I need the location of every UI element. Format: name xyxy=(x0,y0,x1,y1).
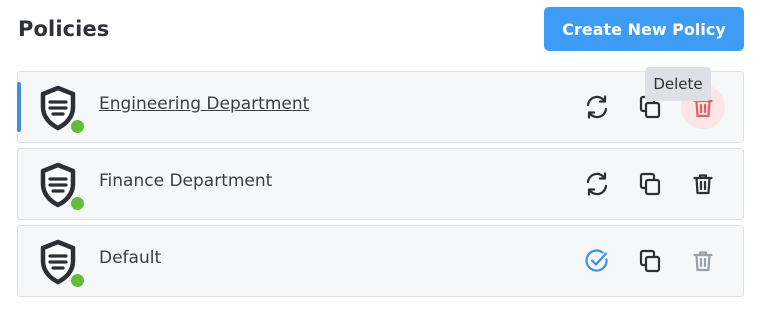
policy-name-link[interactable]: Engineering Department xyxy=(99,94,309,114)
policy-row-default[interactable]: Default xyxy=(17,225,744,297)
status-online-dot xyxy=(69,272,86,289)
page-header: Policies Create New Policy xyxy=(0,0,760,60)
delete-tooltip: Delete xyxy=(645,67,711,101)
create-new-policy-button[interactable]: Create New Policy xyxy=(544,7,744,51)
sync-icon xyxy=(586,172,608,196)
sync-button[interactable] xyxy=(575,162,619,206)
policy-shield xyxy=(38,239,86,289)
policy-list: Engineering Department Finance Departmen… xyxy=(17,71,744,302)
policy-row-engineering[interactable]: Engineering Department xyxy=(17,71,744,143)
sync-button[interactable] xyxy=(575,85,619,129)
check-circle-icon xyxy=(585,249,608,272)
status-online-dot xyxy=(69,118,86,135)
copy-icon xyxy=(639,249,661,273)
copy-button[interactable] xyxy=(628,239,672,283)
policy-name[interactable]: Default xyxy=(99,248,161,268)
status-online-dot xyxy=(69,195,86,212)
delete-button-disabled xyxy=(681,239,725,283)
policy-row-finance[interactable]: Finance Department xyxy=(17,148,744,220)
trash-icon xyxy=(693,174,713,195)
trash-icon xyxy=(693,251,713,272)
sync-icon xyxy=(586,95,608,119)
page-title: Policies xyxy=(18,17,110,41)
policy-shield xyxy=(38,162,86,212)
delete-button[interactable] xyxy=(681,162,725,206)
policy-shield xyxy=(38,85,86,135)
copy-button[interactable] xyxy=(628,162,672,206)
copy-icon xyxy=(639,172,661,196)
policy-name[interactable]: Finance Department xyxy=(99,171,272,191)
default-policy-indicator xyxy=(575,239,619,283)
